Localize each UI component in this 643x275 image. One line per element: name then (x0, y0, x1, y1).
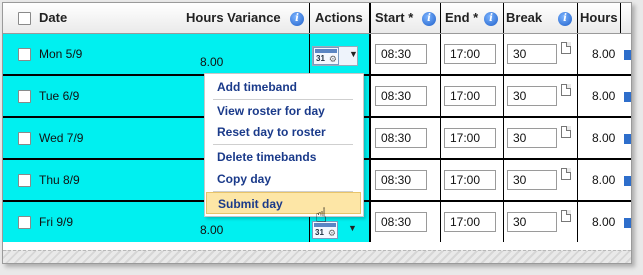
menu-item-add-timeband[interactable]: Add timeband (206, 76, 361, 98)
menu-item-reset-day[interactable]: Reset day to roster (206, 121, 361, 143)
end-time-input[interactable]: 17:00 (444, 86, 496, 106)
row-checkbox[interactable] (18, 132, 31, 145)
row-hours: 8.00 (592, 89, 616, 103)
row-checkbox[interactable] (18, 174, 31, 187)
row-hours: 8.00 (592, 215, 616, 229)
menu-item-copy-day[interactable]: Copy day (206, 168, 361, 190)
break-input[interactable]: 30 (507, 212, 557, 232)
actions-dropdown-menu: Add timeband View roster for day Reset d… (204, 73, 364, 217)
end-time-input[interactable]: 17:00 (444, 170, 496, 190)
row-hours-variance: 8.00 (200, 223, 224, 237)
torn-edge (3, 250, 631, 263)
row-date: Tue 6/9 (39, 89, 80, 103)
row-hours: 8.00 (592, 47, 616, 61)
break-input[interactable]: 30 (507, 44, 557, 64)
start-time-input[interactable]: 08:30 (375, 170, 427, 190)
header-break[interactable]: Break (506, 3, 542, 33)
end-time-input[interactable]: 17:00 (444, 128, 496, 148)
document-icon[interactable] (561, 126, 571, 138)
start-time-input[interactable]: 08:30 (375, 128, 427, 148)
row-date: Mon 5/9 (39, 47, 83, 61)
header-end[interactable]: End * (445, 3, 478, 33)
menu-item-delete-timebands[interactable]: Delete timebands (206, 146, 361, 168)
header-actions: Actions (315, 10, 363, 25)
select-all-checkbox[interactable] (18, 12, 31, 25)
timesheet-panel: Date Hours Variance i Actions Start * i … (2, 2, 632, 264)
document-icon[interactable] (561, 168, 571, 180)
menu-item-view-roster[interactable]: View roster for day (206, 100, 361, 122)
row-actions-dropdown[interactable]: 31 ⚙ ▼ (312, 46, 358, 66)
row-date: Fri 9/9 (39, 215, 74, 229)
chevron-down-icon: ▼ (349, 49, 358, 59)
break-input[interactable]: 30 (507, 170, 557, 190)
calendar-gear-icon: 31 ⚙ (313, 47, 339, 65)
end-time-input[interactable]: 17:00 (444, 212, 496, 232)
menu-item-submit-day[interactable]: Submit day (206, 192, 361, 214)
header-hours-variance[interactable]: Hours Variance (186, 3, 281, 33)
row-date: Wed 7/9 (39, 131, 84, 145)
hand-pointer-icon: ☝ (315, 205, 328, 227)
break-input[interactable]: 30 (507, 86, 557, 106)
row-hours: 8.00 (592, 131, 616, 145)
start-info-icon[interactable]: i (422, 3, 436, 33)
hours-variance-info-icon[interactable]: i (290, 3, 304, 33)
document-icon[interactable] (561, 42, 571, 54)
header-hours[interactable]: Hours (580, 3, 618, 33)
start-time-input[interactable]: 08:30 (375, 86, 427, 106)
table-header: Date Hours Variance i Actions Start * i … (3, 3, 631, 34)
document-icon[interactable] (561, 84, 571, 96)
row-checkbox[interactable] (18, 48, 31, 61)
row-checkbox[interactable] (18, 90, 31, 103)
header-date[interactable]: Date (39, 3, 67, 33)
header-start[interactable]: Start * (375, 3, 413, 33)
end-info-icon[interactable]: i (484, 3, 498, 33)
row-checkbox[interactable] (18, 216, 31, 229)
break-input[interactable]: 30 (507, 128, 557, 148)
row-date: Thu 8/9 (39, 173, 80, 187)
document-icon[interactable] (561, 210, 571, 222)
start-time-input[interactable]: 08:30 (375, 212, 427, 232)
table-row: Mon 5/9 8.00 31 ⚙ ▼ 08:30 17:00 30 8.00 (3, 34, 631, 76)
end-time-input[interactable]: 17:00 (444, 44, 496, 64)
row-hours: 8.00 (592, 173, 616, 187)
start-time-input[interactable]: 08:30 (375, 44, 427, 64)
break-info-icon[interactable]: i (558, 3, 572, 33)
row-hours-variance: 8.00 (200, 55, 224, 69)
chevron-down-icon: ▼ (348, 223, 357, 233)
